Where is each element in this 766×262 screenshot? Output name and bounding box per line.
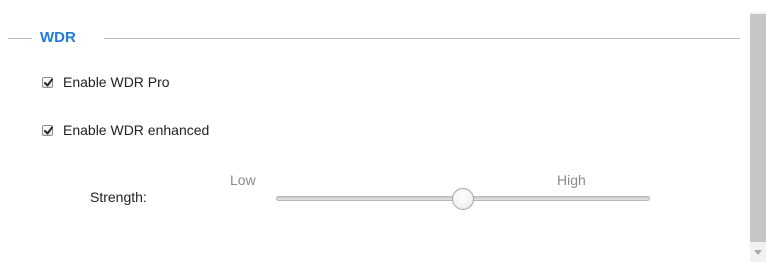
slider-min-label: Low xyxy=(230,172,256,188)
enable-wdr-pro-checkbox[interactable] xyxy=(42,76,53,88)
vertical-scrollbar[interactable] xyxy=(750,12,766,262)
enable-wdr-pro-option[interactable]: Enable WDR Pro xyxy=(42,73,170,91)
enable-wdr-enhanced-label: Enable WDR enhanced xyxy=(63,122,210,138)
section-divider-left xyxy=(8,38,32,39)
scrollbar-thumb[interactable] xyxy=(750,14,766,242)
wdr-settings-panel: WDR Enable WDR Pro Enable WDR enhanced S… xyxy=(0,0,766,262)
section-title: WDR xyxy=(40,29,76,46)
chevron-down-icon[interactable] xyxy=(754,250,762,255)
strength-label: Strength: xyxy=(90,189,147,205)
slider-max-label: High xyxy=(557,172,586,188)
enable-wdr-enhanced-option[interactable]: Enable WDR enhanced xyxy=(42,121,209,139)
checkmark-icon xyxy=(44,126,53,134)
section-divider-right xyxy=(104,38,740,39)
checkmark-icon xyxy=(44,78,53,86)
strength-slider-thumb[interactable] xyxy=(452,188,474,210)
enable-wdr-pro-label: Enable WDR Pro xyxy=(63,74,170,90)
enable-wdr-enhanced-checkbox[interactable] xyxy=(42,124,53,136)
